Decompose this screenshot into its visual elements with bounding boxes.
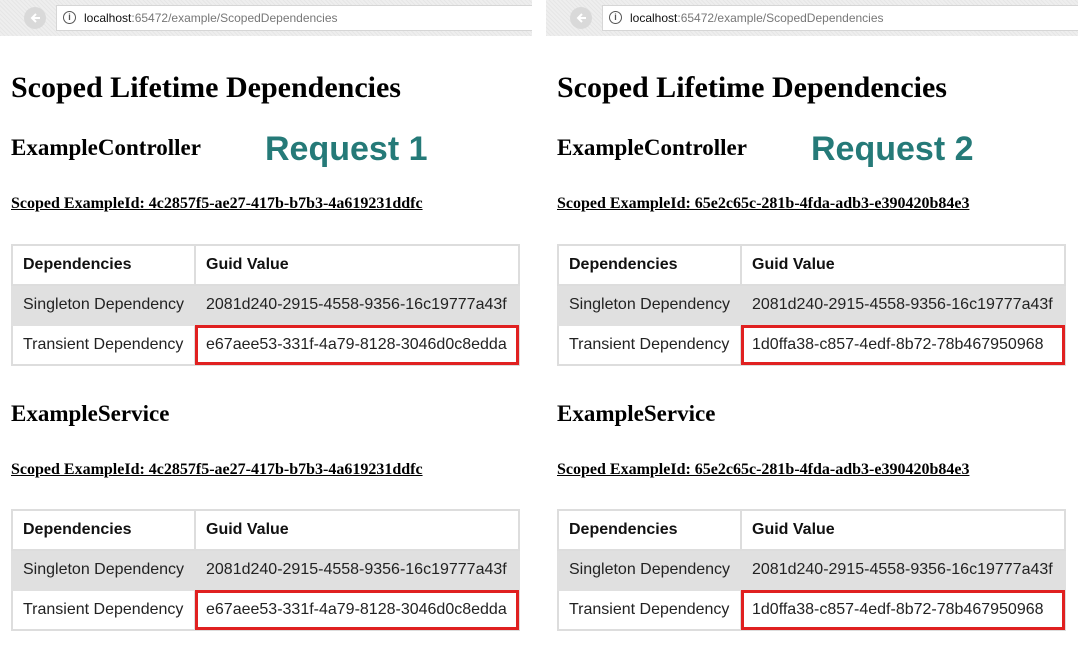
browser-toolbar: i localhost:65472/example/ScopedDependen…: [0, 0, 532, 36]
dependency-name: Transient Dependency: [11, 589, 196, 631]
dependency-name: Singleton Dependency: [11, 549, 196, 591]
column-header: Guid Value: [740, 509, 1066, 551]
dependency-name: Transient Dependency: [557, 589, 742, 631]
column-header: Guid Value: [740, 244, 1066, 286]
guid-value-highlighted: e67aee53-331f-4a79-8128-3046d0c8edda: [194, 589, 520, 631]
page-title: Scoped Lifetime Dependencies: [11, 71, 401, 104]
service-scoped-id: Scoped ExampleId: 65e2c65c-281b-4fda-adb…: [557, 461, 970, 478]
guid-value: 2081d240-2915-4558-9356-16c19777a43f: [194, 549, 520, 591]
service-scoped-id: Scoped ExampleId: 4c2857f5-ae27-417b-b7b…: [11, 461, 423, 478]
table-header-row: Dependencies Guid Value: [557, 244, 1066, 286]
table-header-row: Dependencies Guid Value: [11, 244, 520, 286]
guid-value-highlighted: 1d0ffa38-c857-4edf-8b72-78b467950968: [740, 324, 1066, 366]
request-label: Request 1: [265, 130, 428, 168]
guid-value: 2081d240-2915-4558-9356-16c19777a43f: [740, 549, 1066, 591]
column-header: Dependencies: [11, 509, 196, 551]
dependency-name: Singleton Dependency: [11, 284, 196, 326]
url-text: localhost:65472/example/ScopedDependenci…: [84, 11, 338, 25]
service-dependencies-table: Dependencies Guid Value Singleton Depend…: [11, 509, 520, 631]
guid-value: 2081d240-2915-4558-9356-16c19777a43f: [194, 284, 520, 326]
table-header-row: Dependencies Guid Value: [557, 509, 1066, 551]
column-header: Dependencies: [557, 509, 742, 551]
guid-value-highlighted: 1d0ffa38-c857-4edf-8b72-78b467950968: [740, 589, 1066, 631]
service-heading: ExampleService: [11, 401, 170, 426]
controller-heading: ExampleController: [557, 135, 747, 160]
table-header-row: Dependencies Guid Value: [11, 509, 520, 551]
dependency-name: Transient Dependency: [11, 324, 196, 366]
column-header: Guid Value: [194, 244, 520, 286]
url-text: localhost:65472/example/ScopedDependenci…: [630, 11, 884, 25]
page-title: Scoped Lifetime Dependencies: [557, 71, 947, 104]
address-bar[interactable]: i localhost:65472/example/ScopedDependen…: [56, 5, 532, 31]
column-header: Dependencies: [557, 244, 742, 286]
table-row: Singleton Dependency 2081d240-2915-4558-…: [11, 549, 520, 591]
url-path: :65472/example/ScopedDependencies: [677, 11, 884, 25]
dependency-name: Singleton Dependency: [557, 549, 742, 591]
address-bar[interactable]: i localhost:65472/example/ScopedDependen…: [602, 5, 1078, 31]
table-row: Singleton Dependency 2081d240-2915-4558-…: [557, 284, 1066, 326]
service-dependencies-table: Dependencies Guid Value Singleton Depend…: [557, 509, 1066, 631]
browser-window-request-1: i localhost:65472/example/ScopedDependen…: [0, 0, 532, 655]
table-row: Transient Dependency 1d0ffa38-c857-4edf-…: [557, 324, 1066, 366]
browser-toolbar: i localhost:65472/example/ScopedDependen…: [546, 0, 1078, 36]
table-row: Singleton Dependency 2081d240-2915-4558-…: [557, 549, 1066, 591]
info-icon[interactable]: i: [63, 11, 76, 24]
browser-window-request-2: i localhost:65472/example/ScopedDependen…: [546, 0, 1078, 655]
dependency-name: Singleton Dependency: [557, 284, 742, 326]
guid-value-highlighted: e67aee53-331f-4a79-8128-3046d0c8edda: [194, 324, 520, 366]
controller-scoped-id: Scoped ExampleId: 65e2c65c-281b-4fda-adb…: [557, 195, 970, 212]
column-header: Dependencies: [11, 244, 196, 286]
request-label: Request 2: [811, 130, 974, 168]
column-header: Guid Value: [194, 509, 520, 551]
info-icon[interactable]: i: [609, 11, 622, 24]
table-row: Transient Dependency e67aee53-331f-4a79-…: [11, 324, 520, 366]
url-host: localhost: [84, 11, 132, 25]
controller-dependencies-table: Dependencies Guid Value Singleton Depend…: [11, 244, 520, 366]
controller-heading: ExampleController: [11, 135, 201, 160]
table-row: Singleton Dependency 2081d240-2915-4558-…: [11, 284, 520, 326]
controller-scoped-id: Scoped ExampleId: 4c2857f5-ae27-417b-b7b…: [11, 195, 423, 212]
dependency-name: Transient Dependency: [557, 324, 742, 366]
guid-value: 2081d240-2915-4558-9356-16c19777a43f: [740, 284, 1066, 326]
back-arrow-icon[interactable]: [570, 7, 592, 29]
url-host: localhost: [630, 11, 678, 25]
back-arrow-icon[interactable]: [24, 7, 46, 29]
table-row: Transient Dependency e67aee53-331f-4a79-…: [11, 589, 520, 631]
service-heading: ExampleService: [557, 401, 716, 426]
controller-dependencies-table: Dependencies Guid Value Singleton Depend…: [557, 244, 1066, 366]
table-row: Transient Dependency 1d0ffa38-c857-4edf-…: [557, 589, 1066, 631]
url-path: :65472/example/ScopedDependencies: [131, 11, 338, 25]
